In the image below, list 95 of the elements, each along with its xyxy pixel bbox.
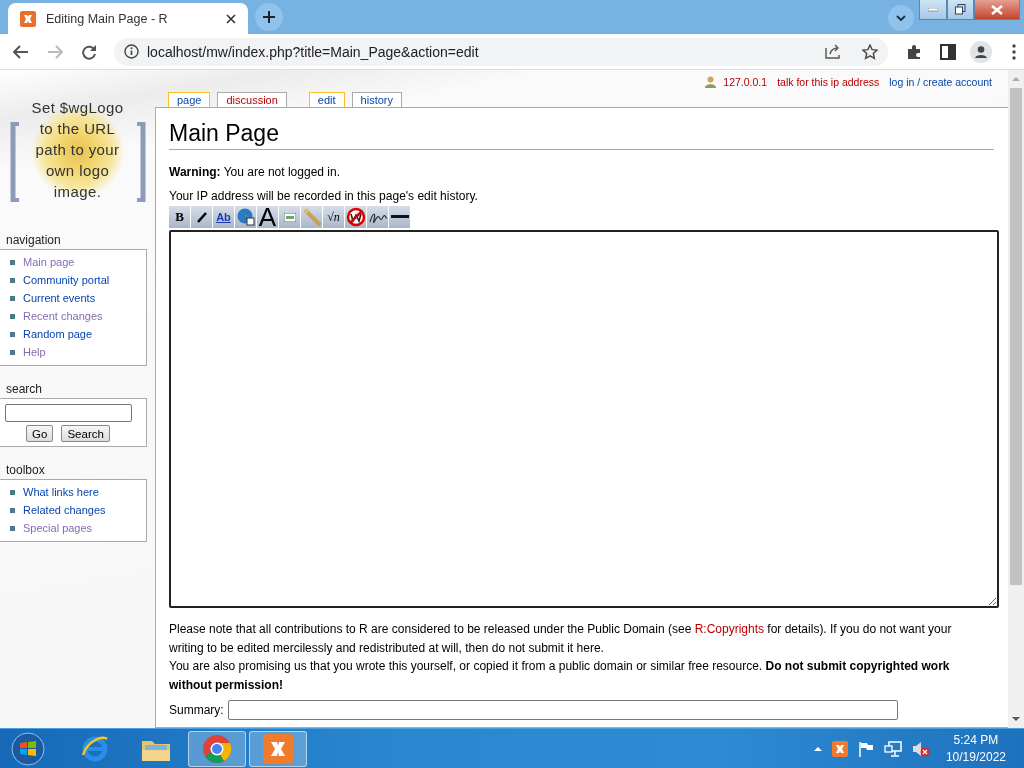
new-tab-button[interactable] [255, 3, 283, 31]
tab-title: Editing Main Page - R [46, 11, 169, 26]
bold-button[interactable]: B [169, 206, 191, 228]
tab-search-button[interactable] [888, 5, 914, 31]
summary-label: Summary: [169, 703, 224, 717]
bullet-icon [10, 331, 15, 337]
internal-link-button[interactable]: Ab [213, 206, 235, 228]
bullet-icon [10, 489, 15, 495]
page-title: Main Page [169, 120, 994, 150]
math-button[interactable]: √n [323, 206, 345, 228]
italic-button[interactable] [191, 206, 213, 228]
ip-notice: Your IP address will be recorded in this page's edit history. [169, 189, 479, 203]
user-icon [705, 76, 717, 88]
plus-icon [262, 10, 276, 24]
url-text: localhost/mw/index.php?title=Main_Page&action=edit [147, 43, 480, 60]
search-button[interactable]: Search [61, 425, 110, 442]
scroll-thumb[interactable] [1010, 88, 1022, 585]
personal-link[interactable]: log in / create account [889, 76, 992, 88]
sidebar-link[interactable]: Help [23, 346, 46, 358]
portlet-heading: search [5, 382, 44, 396]
warning-text: Warning: You are not logged in. [169, 165, 341, 179]
bullet-icon [10, 259, 15, 265]
headline-button[interactable]: A [257, 206, 279, 228]
restore-icon [955, 4, 966, 15]
user-link[interactable]: 127.0.0.1 [723, 76, 768, 88]
clock-date: 10/19/2022 [945, 748, 1006, 766]
bracket-icon [9, 122, 20, 202]
start-button[interactable] [11, 731, 45, 766]
close-button[interactable] [974, 0, 1020, 20]
image-button[interactable] [279, 206, 301, 228]
bracket-icon [135, 122, 146, 202]
personal-link[interactable]: talk for this ip address [777, 76, 880, 88]
app-icon [20, 10, 36, 27]
sidebar-link[interactable]: What links here [23, 486, 99, 498]
signature-button[interactable] [367, 206, 389, 228]
chevron-down-icon [896, 15, 906, 21]
summary-field[interactable] [227, 700, 898, 720]
bullet-icon [10, 349, 15, 355]
sidebar-link[interactable]: Current events [23, 292, 96, 304]
close-icon[interactable] [226, 13, 236, 24]
bullet-icon [10, 525, 15, 531]
minimize-icon [928, 7, 938, 12]
restore-button[interactable] [947, 0, 974, 20]
globe-icon [235, 207, 256, 227]
external-link-button[interactable] [235, 206, 257, 228]
reload-icon[interactable] [81, 43, 97, 60]
browser-icon [81, 734, 109, 763]
profile-icon[interactable] [970, 40, 992, 63]
flag-icon[interactable] [857, 740, 874, 757]
portlet-heading: navigation [5, 233, 62, 247]
clock-time: 5:24 PM [952, 731, 1000, 749]
sidebar-link[interactable]: Community portal [23, 274, 110, 286]
italic-icon [195, 211, 208, 223]
portlet-heading: toolbox [5, 463, 46, 477]
bullet-icon [10, 313, 15, 319]
sidebar-link[interactable]: Related changes [23, 504, 106, 516]
image-icon [283, 212, 296, 222]
scroll-down-icon[interactable] [1012, 717, 1020, 722]
menu-icon[interactable] [1012, 43, 1016, 60]
app-icon[interactable] [831, 740, 848, 757]
show-hidden-icon[interactable] [813, 746, 822, 751]
back-icon[interactable] [13, 44, 29, 59]
sidebar-link[interactable]: Random page [23, 328, 93, 340]
license-notice: Please note that all contributions to R are considered to be released under the Public Domain (see R:Copyrights for details). If you do not want your writing to be edited mercilessly and redistributed at will, then do not submit it here. [169, 621, 953, 657]
app-icon [263, 733, 293, 764]
star-icon[interactable] [862, 43, 878, 60]
taskbar-button[interactable] [188, 730, 246, 767]
close-icon [991, 4, 1003, 15]
bullet-icon [10, 507, 15, 513]
no-sign-icon [345, 207, 366, 227]
info-icon [124, 44, 139, 59]
promise-notice: You are also promising us that you wrote this yourself, or copied it from a public domain or similar free resource. Do not submit copyrighted work without permission! [169, 658, 951, 694]
line-icon [390, 215, 409, 219]
address-bar[interactable]: localhost/mw/index.php?title=Main_Page&action=edit [114, 37, 888, 66]
search-field[interactable] [4, 404, 132, 422]
speaker-muted-icon[interactable] [911, 740, 930, 757]
puzzle-icon[interactable] [906, 43, 922, 60]
rule-button[interactable] [389, 206, 411, 228]
go-button[interactable]: Go [26, 425, 54, 442]
page-tab[interactable]: discussion [217, 92, 287, 108]
sidebar-link[interactable]: Recent changes [23, 310, 103, 322]
browser-tab[interactable]: Editing Main Page - R [8, 3, 248, 34]
share-icon[interactable] [825, 44, 842, 59]
bullet-icon [10, 295, 15, 301]
chrome-icon [202, 733, 232, 764]
nowiki-button[interactable] [345, 206, 367, 228]
page-tab[interactable]: history [351, 92, 402, 108]
network-icon[interactable] [883, 740, 902, 757]
side-panel-icon[interactable] [940, 43, 956, 60]
taskbar-button[interactable] [249, 730, 307, 767]
bullet-icon [10, 277, 15, 283]
sidebar-link[interactable]: Main page [23, 256, 75, 268]
sidebar-link[interactable]: Special pages [23, 522, 93, 534]
copyrights-link[interactable]: R:Copyrights [694, 622, 764, 636]
scrollbar[interactable] [1008, 70, 1024, 728]
